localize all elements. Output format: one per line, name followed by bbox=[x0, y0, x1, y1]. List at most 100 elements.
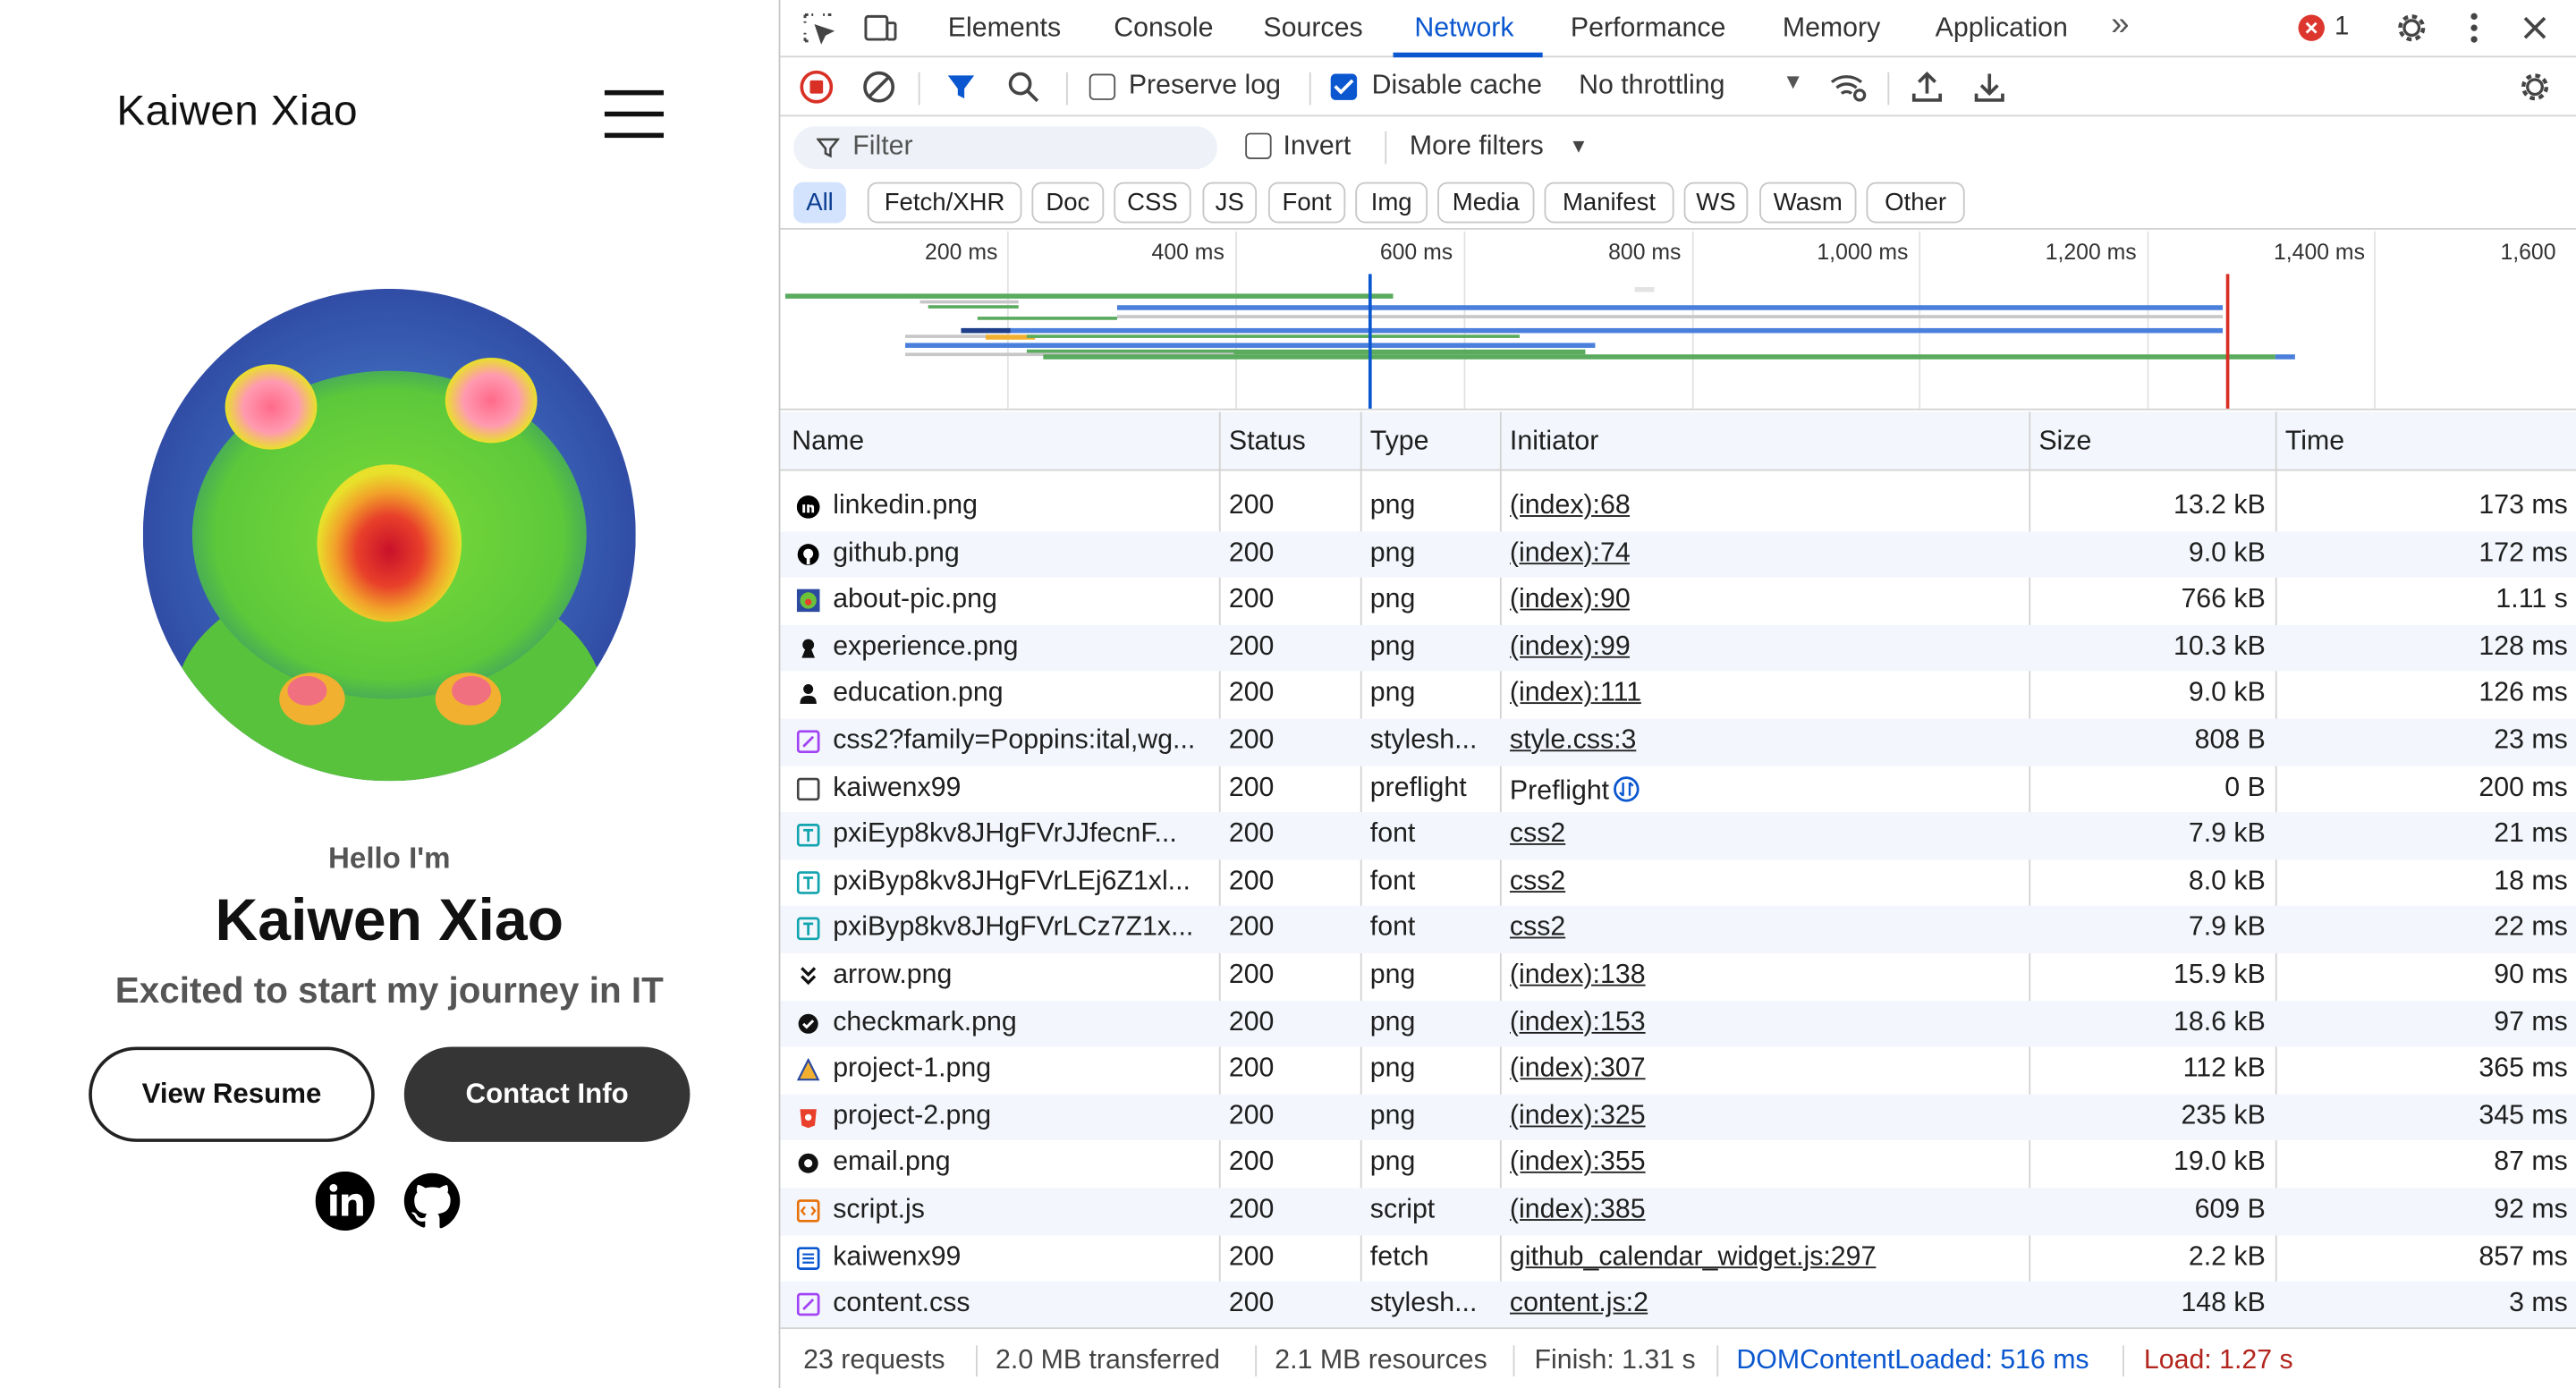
table-row[interactable]: css2?family=Poppins:ital,wg... 200 stylesh… bbox=[780, 718, 2576, 766]
request-initiator[interactable]: style.css:3 bbox=[1510, 725, 1636, 757]
request-name[interactable]: education.png bbox=[833, 678, 1214, 709]
type-filter-doc[interactable]: Doc bbox=[1031, 182, 1105, 224]
tab-sources[interactable]: Sources bbox=[1263, 13, 1362, 45]
tab-performance[interactable]: Performance bbox=[1571, 13, 1726, 45]
request-name[interactable]: about-pic.png bbox=[833, 584, 1214, 615]
table-row[interactable]: experience.png 200 png (index):99 10.3 kB 128… bbox=[780, 624, 2576, 673]
type-filter-wasm[interactable]: Wasm bbox=[1759, 182, 1857, 224]
request-initiator[interactable]: (index):153 bbox=[1510, 1007, 1646, 1038]
type-filter-img[interactable]: Img bbox=[1355, 182, 1428, 224]
type-filter-media[interactable]: Media bbox=[1437, 182, 1535, 224]
table-row[interactable]: pxiEyp8kv8JHgFVrJJfecnF... 200 font css2 7.9… bbox=[780, 812, 2576, 859]
request-initiator[interactable]: (index):68 bbox=[1510, 491, 1631, 522]
throttling-select[interactable]: No throttling bbox=[1579, 71, 1724, 102]
table-row[interactable]: education.png 200 png (index):111 9.0 kB 126 … bbox=[780, 672, 2576, 718]
table-row[interactable]: project-1.png 200 png (index):307 112 kB 365 … bbox=[780, 1047, 2576, 1094]
column-header-name[interactable]: Name bbox=[792, 427, 864, 458]
request-name[interactable]: content.css bbox=[833, 1289, 1214, 1320]
settings-gear-icon[interactable] bbox=[2394, 10, 2433, 46]
table-row[interactable]: kaiwenx99 200 fetch github_calendar_widget.… bbox=[780, 1235, 2576, 1282]
more-options-icon[interactable] bbox=[2456, 10, 2496, 46]
request-name[interactable]: project-2.png bbox=[833, 1101, 1214, 1132]
disable-cache-checkbox[interactable] bbox=[1330, 73, 1358, 100]
column-header-type[interactable]: Type bbox=[1370, 427, 1429, 458]
column-header-size[interactable]: Size bbox=[2038, 427, 2091, 458]
github-icon[interactable] bbox=[402, 1172, 462, 1231]
request-name[interactable]: experience.png bbox=[833, 631, 1214, 663]
clear-log-icon[interactable] bbox=[860, 69, 900, 105]
record-stop-icon[interactable] bbox=[799, 69, 838, 105]
table-row[interactable]: linkedin.png 200 png (index):68 13.2 kB 173 m… bbox=[780, 484, 2576, 530]
request-initiator[interactable]: (index):385 bbox=[1510, 1195, 1646, 1226]
site-logo[interactable]: Kaiwen Xiao bbox=[116, 85, 358, 136]
requests-table-body[interactable]: linkedin.png 200 png (index):68 13.2 kB 173 m… bbox=[780, 471, 2576, 1328]
inspect-element-icon[interactable] bbox=[800, 10, 839, 46]
table-row[interactable]: script.js 200 script (index):385 609 B 92 ms bbox=[780, 1188, 2576, 1235]
network-overview-timeline[interactable]: 200 ms 400 ms 600 ms 800 ms 1,000 ms 1,2… bbox=[780, 231, 2576, 410]
contact-info-button[interactable]: Contact Info bbox=[403, 1046, 691, 1142]
request-name[interactable]: arrow.png bbox=[833, 960, 1214, 991]
preflight-icon[interactable] bbox=[1609, 775, 1639, 805]
column-header-time[interactable]: Time bbox=[2285, 427, 2344, 458]
chevron-down-icon[interactable]: ▼ bbox=[1783, 69, 1804, 94]
table-row[interactable]: github.png 200 png (index):74 9.0 kB 172 ms bbox=[780, 530, 2576, 579]
request-initiator[interactable]: (index):138 bbox=[1510, 960, 1646, 991]
request-initiator[interactable]: (index):355 bbox=[1510, 1147, 1646, 1179]
view-resume-button[interactable]: View Resume bbox=[89, 1046, 375, 1142]
request-name[interactable]: css2?family=Poppins:ital,wg... bbox=[833, 725, 1214, 757]
more-tabs-icon[interactable]: » bbox=[2111, 6, 2129, 44]
import-har-icon[interactable] bbox=[1909, 69, 1948, 105]
request-initiator[interactable]: content.js:2 bbox=[1510, 1289, 1648, 1320]
table-row[interactable]: pxiByp8kv8JHgFVrLCz7Z1x... 200 font css2 7.9… bbox=[780, 906, 2576, 953]
request-initiator[interactable]: github_calendar_widget.js:297 bbox=[1510, 1241, 1876, 1273]
request-name[interactable]: pxiEyp8kv8JHgFVrJJfecnF... bbox=[833, 819, 1214, 851]
table-row[interactable]: checkmark.png 200 png (index):153 18.6 kB 97 … bbox=[780, 1000, 2576, 1047]
request-name[interactable]: github.png bbox=[833, 537, 1214, 569]
request-name[interactable]: kaiwenx99 bbox=[833, 772, 1214, 803]
table-row[interactable]: pxiByp8kv8JHgFVrLEj6Z1xl... 200 font css2 8.… bbox=[780, 859, 2576, 906]
device-toolbar-icon[interactable] bbox=[862, 10, 902, 46]
invert-checkbox[interactable] bbox=[1245, 132, 1272, 159]
table-row[interactable]: content.css 200 stylesh... content.js:2 148 … bbox=[780, 1282, 2576, 1328]
request-initiator[interactable]: (index):90 bbox=[1510, 584, 1631, 615]
request-initiator[interactable]: css2 bbox=[1510, 866, 1565, 897]
tab-application[interactable]: Application bbox=[1936, 13, 2068, 45]
request-initiator[interactable]: (index):99 bbox=[1510, 631, 1631, 663]
request-initiator[interactable]: (index):111 bbox=[1510, 678, 1641, 709]
request-name[interactable]: pxiByp8kv8JHgFVrLEj6Z1xl... bbox=[833, 866, 1214, 897]
type-filter-all[interactable]: All bbox=[793, 182, 846, 224]
tab-elements[interactable]: Elements bbox=[948, 13, 1061, 45]
close-devtools-icon[interactable] bbox=[2517, 10, 2556, 46]
more-filters-dropdown[interactable]: More filters bbox=[1410, 131, 1544, 163]
network-conditions-icon[interactable] bbox=[1828, 69, 1868, 105]
filter-input[interactable]: Filter bbox=[793, 126, 1217, 169]
table-row[interactable]: project-2.png 200 png (index):325 235 kB 345 … bbox=[780, 1094, 2576, 1141]
request-name[interactable]: kaiwenx99 bbox=[833, 1241, 1214, 1273]
request-name[interactable]: project-1.png bbox=[833, 1054, 1214, 1085]
request-initiator[interactable]: css2 bbox=[1510, 819, 1565, 851]
network-settings-gear-icon[interactable] bbox=[2517, 69, 2556, 105]
type-filter-other[interactable]: Other bbox=[1866, 182, 1965, 224]
request-initiator[interactable]: (index):74 bbox=[1510, 537, 1631, 569]
table-row[interactable]: about-pic.png 200 png (index):90 766 kB 1.11 … bbox=[780, 578, 2576, 624]
tab-network[interactable]: Network bbox=[1414, 13, 1513, 45]
preserve-log-checkbox[interactable] bbox=[1089, 73, 1116, 100]
table-row[interactable]: arrow.png 200 png (index):138 15.9 kB 90 ms bbox=[780, 953, 2576, 1000]
hamburger-menu-icon[interactable] bbox=[604, 89, 665, 140]
request-name[interactable]: linkedin.png bbox=[833, 491, 1214, 522]
table-row[interactable]: email.png 200 png (index):355 19.0 kB 87 ms bbox=[780, 1141, 2576, 1188]
more-filters-chevron-icon[interactable]: ▼ bbox=[1569, 134, 1589, 157]
request-name[interactable]: pxiByp8kv8JHgFVrLCz7Z1x... bbox=[833, 913, 1214, 944]
error-counter[interactable]: ✕ 1 bbox=[2298, 13, 2349, 43]
request-initiator[interactable]: (index):325 bbox=[1510, 1101, 1646, 1132]
linkedin-icon[interactable] bbox=[315, 1171, 375, 1231]
request-name[interactable]: email.png bbox=[833, 1147, 1214, 1179]
tab-console[interactable]: Console bbox=[1114, 13, 1213, 45]
column-header-status[interactable]: Status bbox=[1229, 427, 1306, 458]
type-filter-ws[interactable]: WS bbox=[1683, 182, 1749, 224]
type-filter-manifest[interactable]: Manifest bbox=[1544, 182, 1674, 224]
table-row[interactable]: kaiwenx99 200 preflight Preflight 0 B 200 ms bbox=[780, 766, 2576, 812]
search-icon[interactable] bbox=[1005, 69, 1045, 105]
request-initiator[interactable]: css2 bbox=[1510, 913, 1565, 944]
type-filter-font[interactable]: Font bbox=[1267, 182, 1346, 224]
